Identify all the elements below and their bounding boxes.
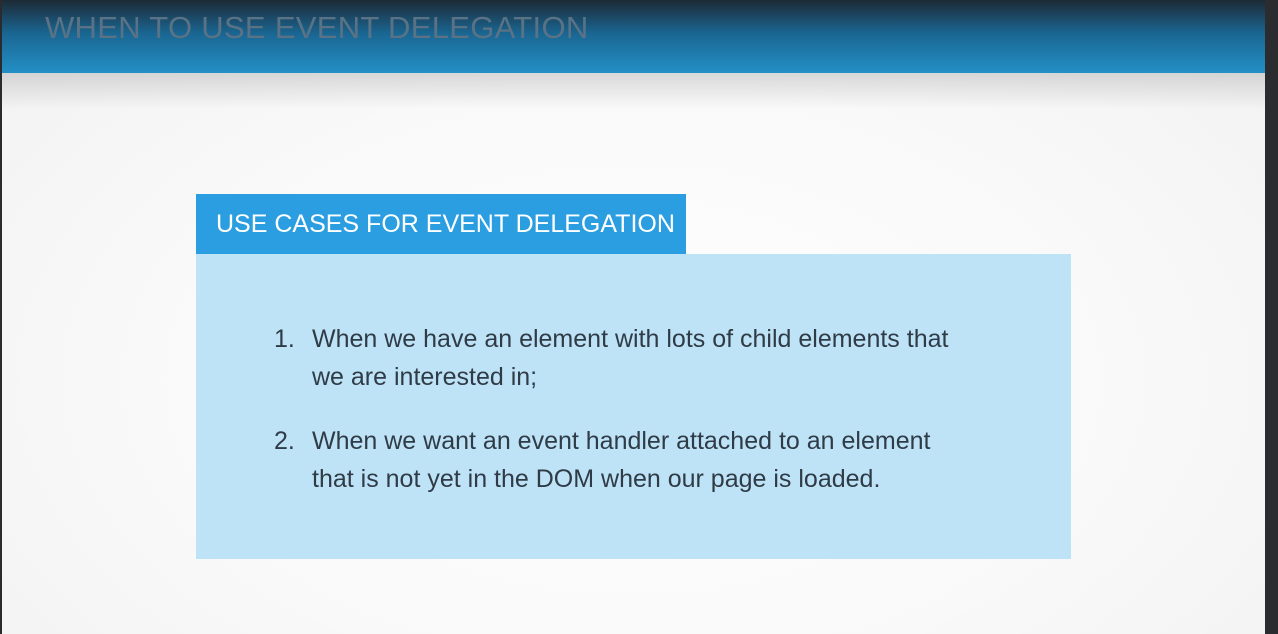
list-item-text-line: When we want an event handler attached t… [312,427,931,455]
list-item: 2. When we want an event handler attache… [274,422,994,498]
header-bar: WHEN TO USE EVENT DELEGATION [2,0,1265,73]
list-item-text-line: we are interested in; [312,363,538,391]
list-item-number: 2. [274,427,295,455]
page-title: WHEN TO USE EVENT DELEGATION [45,10,589,45]
window-edge [1265,0,1278,634]
use-cases-box: 1. When we have an element with lots of … [196,254,1071,559]
slide: WHEN TO USE EVENT DELEGATION USE CASES F… [2,0,1265,634]
list-item-text-line: that is not yet in the DOM when our page… [312,465,881,493]
list-item: 1. When we have an element with lots of … [274,320,994,396]
header-shadow [2,73,1265,109]
list-item-number: 1. [274,325,295,353]
list-item-text-line: When we have an element with lots of chi… [312,325,949,353]
box-title: USE CASES FOR EVENT DELEGATION [216,210,675,238]
box-title-tab: USE CASES FOR EVENT DELEGATION [196,194,686,254]
